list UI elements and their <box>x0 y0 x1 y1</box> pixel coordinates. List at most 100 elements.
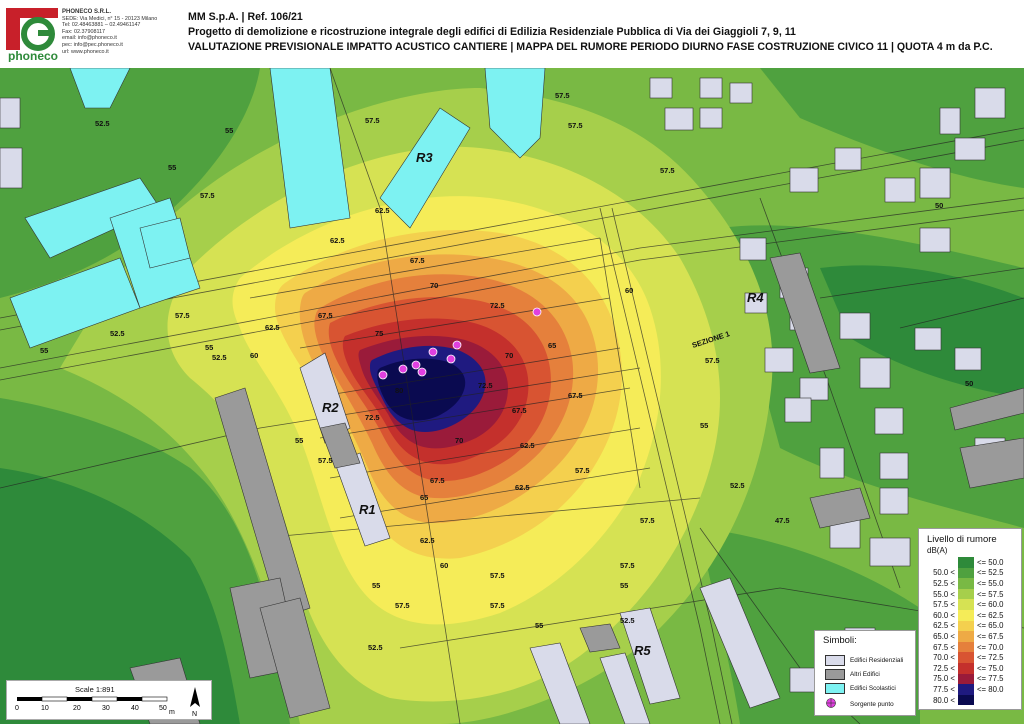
title-line: Progetto di demolizione e ricostruzione … <box>188 26 796 38</box>
contour-label: 60 <box>625 286 633 295</box>
point-source[interactable] <box>398 364 408 374</box>
symbol-swatch <box>825 683 845 694</box>
contour-label: 67.5 <box>512 406 527 415</box>
legend-upper-bound: <= 70.0 <box>977 642 1004 652</box>
contour-label: 62.5 <box>515 483 530 492</box>
symbols-legend: Simboli: Edifici Residenziali Altri Edif… <box>814 630 916 716</box>
point-source[interactable] <box>532 307 542 317</box>
legend-row: 70.0 < <= 72.5 <box>923 652 1019 663</box>
contour-label: 72.5 <box>478 381 493 390</box>
scale-bar: Scale 1:891 0 10 20 30 40 50 m N <box>6 680 212 720</box>
symbol-label: Edifici Scolastici <box>850 685 896 692</box>
contour-label: 70 <box>455 436 463 445</box>
contour-label: 67.5 <box>568 391 583 400</box>
point-source[interactable] <box>417 367 427 377</box>
contour-label: 55 <box>620 581 628 590</box>
legend-swatch <box>958 631 974 642</box>
contour-label: 57.5 <box>490 571 505 580</box>
legend-upper-bound: <= 60.0 <box>977 600 1004 610</box>
legend-swatch <box>958 588 974 600</box>
scale-tick: 10 <box>41 705 49 712</box>
building-label-r2: R2 <box>322 400 339 415</box>
scale-tick: 40 <box>131 705 139 712</box>
legend-lower-bound: 50.0 < <box>933 568 955 578</box>
contour-label: 52.5 <box>110 329 125 338</box>
noise-map-canvas: 52.5 55 57.5 55 57.5 57.5 57.5 57.5 60 6… <box>0 68 1024 724</box>
contour-label: 55 <box>372 581 380 590</box>
point-source[interactable] <box>452 340 462 350</box>
symbol-residential: Edifici Residenziali <box>825 655 903 666</box>
contour-label: 57.5 <box>568 121 583 130</box>
scale-segment <box>117 697 142 701</box>
symbol-label: Altri Edifici <box>850 671 880 678</box>
legend-swatch <box>958 567 974 579</box>
legend-upper-bound: <= 62.5 <box>977 610 1004 620</box>
contour-label: 62.5 <box>265 323 280 332</box>
legend-lower-bound: 60.0 < <box>933 610 955 620</box>
building-label-r5: R5 <box>634 643 651 658</box>
legend-row: 60.0 < <= 62.5 <box>923 609 1019 621</box>
contour-label: 57.5 <box>705 356 720 365</box>
contour-label: 47.5 <box>775 516 790 525</box>
contour-label: 72.5 <box>365 413 380 422</box>
contour-label: 57.5 <box>660 166 675 175</box>
contour-label: 57.5 <box>318 456 333 465</box>
legend-row: 77.5 < <= 80.0 <box>923 684 1019 695</box>
legend-swatch <box>958 578 974 589</box>
point-source[interactable] <box>446 354 456 364</box>
legend-row: 62.5 < <= 65.0 <box>923 620 1019 632</box>
legend-lower-bound: 80.0 < <box>933 695 955 705</box>
building-label-r4: R4 <box>747 290 764 305</box>
legend-row: 57.5 < <= 60.0 <box>923 599 1019 610</box>
legend-swatch <box>958 557 974 568</box>
company-line: SEDE: Via Medici, n° 15 - 20123 Milano <box>62 15 158 22</box>
title-block: MM S.p.A. | Ref. 106/21 Progetto di demo… <box>188 10 1018 55</box>
contour-label: 57.5 <box>365 116 380 125</box>
company-line: pec: info@pec.phoneco.it <box>62 41 123 48</box>
contour-label: 55 <box>295 436 303 445</box>
scale-graphic: 0 10 20 30 40 50 m N <box>15 687 200 718</box>
legend-unit: dB(A) <box>927 546 948 555</box>
point-source[interactable] <box>378 370 388 380</box>
legend-row: 52.5 < <= 55.0 <box>923 578 1019 589</box>
contour-label: 52.5 <box>620 616 635 625</box>
point-source[interactable] <box>428 347 438 357</box>
legend-row: 67.5 < <= 70.0 <box>923 641 1019 653</box>
contour-label: 52.5 <box>368 643 383 652</box>
legend-rows: <= 50.0 50.0 < <= 52.5 52.5 < <= 55.0 55.0 < <… <box>923 557 1019 706</box>
scale-tick: 30 <box>102 705 110 712</box>
symbol-swatch <box>825 655 845 666</box>
contour-label: 72.5 <box>490 301 505 310</box>
contour-label: 70 <box>430 281 438 290</box>
contour-label: 65 <box>420 493 428 502</box>
noise-map[interactable]: 52.5 55 57.5 55 57.5 57.5 57.5 57.5 60 6… <box>0 68 1024 724</box>
legend-lower-bound: 65.0 < <box>933 631 955 641</box>
scale-segment <box>141 696 168 702</box>
company-name: PHONECO S.R.L. <box>62 9 112 15</box>
legend-upper-bound: <= 52.5 <box>977 568 1004 578</box>
symbols-title: Simboli: <box>823 635 857 646</box>
symbol-other: Altri Edifici <box>825 669 880 680</box>
noise-legend: Livello di rumore dB(A) <= 50.0 50.0 < <= … <box>918 528 1022 710</box>
scale-segment <box>41 696 68 702</box>
scale-tick: 50 <box>159 705 167 712</box>
legend-swatch <box>958 599 974 610</box>
building-label-r1: R1 <box>359 502 376 517</box>
contour-label: 55 <box>225 126 233 135</box>
contour-label: 57.5 <box>395 601 410 610</box>
contour-label: 62.5 <box>520 441 535 450</box>
company-line: email: info@phoneco.it <box>62 35 117 42</box>
legend-lower-bound: 77.5 < <box>933 684 955 694</box>
legend-upper-bound: <= 72.5 <box>977 653 1004 663</box>
contour-label: 57.5 <box>200 191 215 200</box>
legend-row: <= 50.0 <box>923 557 1019 568</box>
north-arrow-icon: N <box>190 687 200 718</box>
contour-label: 57.5 <box>575 466 590 475</box>
building-label-r3: R3 <box>416 150 433 165</box>
point-source[interactable] <box>411 360 421 370</box>
legend-upper-bound: <= 80.0 <box>977 684 1004 694</box>
contour-label: 52.5 <box>95 119 110 128</box>
contour-label: 75 <box>375 329 383 338</box>
legend-upper-bound: <= 50.0 <box>977 557 1004 567</box>
contour-label: 70 <box>505 351 513 360</box>
